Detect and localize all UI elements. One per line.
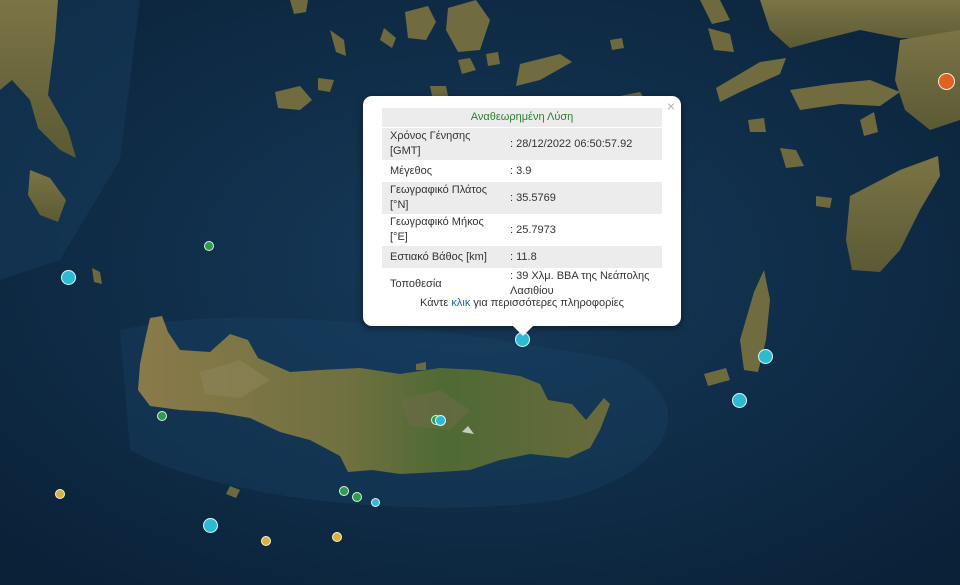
table-row: Μέγεθος : 3.9 <box>382 160 662 182</box>
more-info-link[interactable]: κλικ <box>451 297 470 309</box>
quake-marker[interactable] <box>352 492 362 502</box>
quake-marker[interactable] <box>339 486 349 496</box>
more-info-text: Κάντε κλικ για περισσότερες πληροφορίες <box>363 297 681 309</box>
map-view[interactable]: × Αναθεωρημένη Λύση Χρόνος Γένησης [GMT]… <box>0 0 960 585</box>
quake-details-table: Χρόνος Γένησης [GMT] : 28/12/2022 06:50:… <box>382 128 662 300</box>
popup-title: Αναθεωρημένη Λύση <box>382 108 662 127</box>
quake-info-popup: × Αναθεωρημένη Λύση Χρόνος Γένησης [GMT]… <box>363 96 681 336</box>
quake-marker[interactable] <box>261 536 271 546</box>
quake-marker[interactable] <box>61 270 76 285</box>
table-row: Τοποθεσία : 39 Χλμ. ΒΒΑ της Νεάπολης Λασ… <box>382 268 662 300</box>
latitude-label: Γεωγραφικό Πλάτος [°N] <box>382 182 502 214</box>
quake-marker[interactable] <box>938 73 955 90</box>
quake-marker[interactable] <box>203 518 218 533</box>
more-info-prefix: Κάντε <box>420 297 452 309</box>
more-info-suffix: για περισσότερες πληροφορίες <box>470 297 624 309</box>
magnitude-label: Μέγεθος <box>390 164 433 177</box>
table-row: Γεωγραφικό Πλάτος [°N] : 35.5769 <box>382 182 662 214</box>
quake-marker[interactable] <box>732 393 747 408</box>
longitude-value: : 25.7973 <box>510 223 556 236</box>
origin-time-label: Χρόνος Γένησης [GMT] <box>382 128 502 160</box>
quake-marker[interactable] <box>371 498 380 507</box>
longitude-label: Γεωγραφικό Μήκος [°E] <box>390 216 484 243</box>
quake-marker[interactable] <box>758 349 773 364</box>
latitude-value: : 35.5769 <box>502 182 662 214</box>
popup-pointer <box>513 326 533 336</box>
depth-label: Εστιακό Βάθος [km] <box>382 246 502 268</box>
location-value: : 39 Χλμ. ΒΒΑ της Νεάπολης Λασιθίου <box>510 270 650 297</box>
quake-marker[interactable] <box>55 489 65 499</box>
magnitude-value: : 3.9 <box>510 164 532 177</box>
close-icon[interactable]: × <box>667 99 675 113</box>
table-row: Γεωγραφικό Μήκος [°E] : 25.7973 <box>382 214 662 246</box>
quake-marker[interactable] <box>435 415 446 426</box>
quake-marker[interactable] <box>157 411 167 421</box>
origin-time-value: : 28/12/2022 06:50:57.92 <box>502 128 662 160</box>
location-label: Τοποθεσία <box>390 277 442 290</box>
quake-marker[interactable] <box>204 241 214 251</box>
table-row: Χρόνος Γένησης [GMT] : 28/12/2022 06:50:… <box>382 128 662 160</box>
table-row: Εστιακό Βάθος [km] : 11.8 <box>382 246 662 268</box>
quake-marker[interactable] <box>332 532 342 542</box>
depth-value: : 11.8 <box>502 246 662 268</box>
